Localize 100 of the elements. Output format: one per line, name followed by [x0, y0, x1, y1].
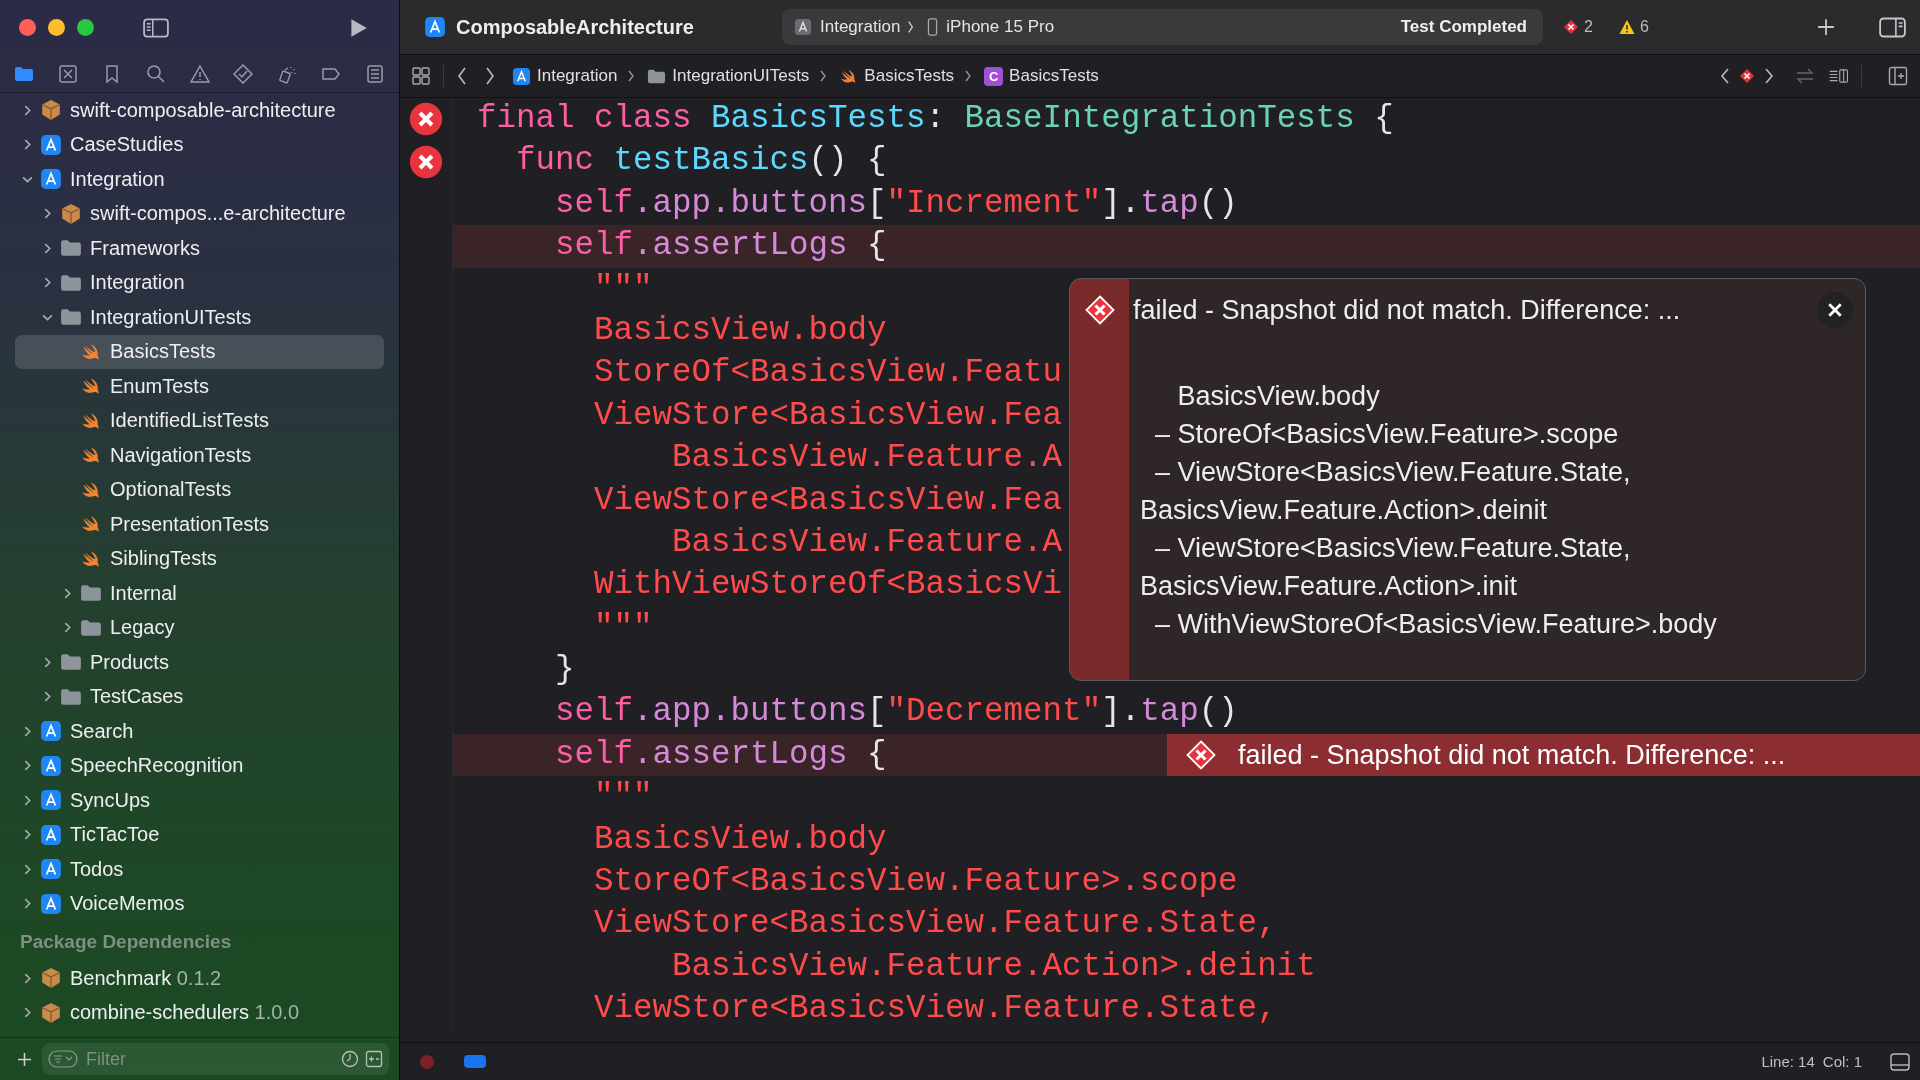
status-text: Test Completed [1400, 17, 1527, 37]
code-line: BasicsView.Feature.A [671, 438, 1063, 479]
tree-item[interactable]: Search [15, 714, 384, 749]
scope-icon[interactable] [365, 1050, 383, 1068]
tree-item[interactable]: TicTacToe [15, 817, 384, 852]
tree-item[interactable]: PresentationTests [15, 507, 384, 542]
clock-icon[interactable] [341, 1050, 359, 1068]
tree-item[interactable]: EnumTests [15, 369, 384, 404]
swap-arrows-icon[interactable] [1795, 66, 1815, 86]
grid-icon[interactable] [411, 66, 431, 86]
error-icon[interactable] [1739, 68, 1755, 84]
error-icon [1085, 295, 1115, 325]
package-icon [40, 967, 62, 990]
tree-item[interactable]: combine-schedulers 1.0.0 [15, 995, 384, 1030]
tree-item[interactable]: VoiceMemos [15, 886, 384, 921]
code-line: ViewStore<BasicsView.Feature.State, [593, 904, 1277, 945]
error-title: failed - Snapshot did not match. Difference: ... [1133, 294, 1681, 326]
message-line: – StoreOf<BasicsView.Feature>.scope [1154, 418, 1620, 451]
next-issue-icon[interactable] [1763, 66, 1775, 86]
chevron-right-icon [627, 69, 636, 83]
package-icon [60, 202, 82, 225]
breadcrumb[interactable]: IntegrationUITests [647, 66, 810, 86]
tree-item[interactable]: Internal [15, 576, 384, 611]
breadcrumb[interactable]: Integration [512, 66, 618, 86]
tree-item[interactable]: SiblingTests [15, 541, 384, 576]
breadcrumb[interactable]: C BasicsTests [984, 66, 1099, 86]
code-line: """ [593, 268, 653, 309]
code-line: BasicsView.Feature.A [671, 522, 1063, 563]
editor-options-icon[interactable] [1829, 66, 1849, 86]
tree-item[interactable]: IntegrationUITests [15, 300, 384, 335]
message-line: BasicsView.Feature.Action>.deinit [1140, 494, 1548, 527]
tree-item[interactable]: Integration [15, 162, 384, 197]
version-label: 0.1.2 [176, 966, 222, 990]
tree-item[interactable]: Todos [15, 852, 384, 887]
code-line: WithViewStoreOf<BasicsVi [593, 565, 1063, 606]
filter-input[interactable]: Filter [84, 1047, 335, 1071]
code-line: BasicsView.body [593, 819, 887, 860]
class-badge: C [984, 66, 1004, 86]
code-line: """ [593, 607, 653, 648]
inspector-toggle-icon[interactable] [1879, 15, 1906, 39]
forward-icon[interactable] [484, 66, 496, 86]
close-button[interactable] [1817, 292, 1853, 328]
breakpoints-toggle-icon[interactable] [464, 1055, 486, 1068]
previous-issue-icon[interactable] [1719, 66, 1731, 86]
add-editor-icon[interactable] [1888, 66, 1908, 86]
navigator-tab[interactable] [231, 61, 256, 86]
tree-item[interactable]: TestCases [15, 679, 384, 714]
tree-item[interactable]: SyncUps [15, 783, 384, 818]
debug-area-toggle-icon[interactable] [1890, 1052, 1910, 1071]
app-icon [40, 720, 62, 743]
breadcrumb[interactable]: BasicsTests [839, 66, 955, 86]
tree-item[interactable]: IdentifiedListTests [15, 403, 384, 438]
warning-count[interactable]: 6 [1618, 18, 1649, 36]
code-line: ViewStore<BasicsView.Feature.State, [593, 989, 1277, 1030]
window-minimize-button[interactable] [48, 19, 65, 36]
tree-item[interactable]: Integration [15, 265, 384, 300]
package-icon [40, 99, 62, 122]
tree-item[interactable]: Legacy [15, 610, 384, 645]
add-icon[interactable] [17, 1051, 32, 1067]
app-icon [40, 892, 62, 915]
tree-item[interactable]: swift-composable-architecture [15, 93, 384, 128]
tree-item[interactable]: CaseStudies [15, 127, 384, 162]
filter-options-icon[interactable] [48, 1050, 78, 1068]
phone-icon [927, 18, 939, 36]
tree-item[interactable]: Products [15, 645, 384, 680]
error-annotation[interactable]: failed - Snapshot did not match. Difference: ... [1167, 733, 1920, 777]
app-icon [40, 133, 62, 156]
device-name[interactable]: iPhone 15 Pro [946, 17, 1055, 37]
window-close-button[interactable] [19, 19, 36, 36]
error-icon[interactable] [409, 102, 443, 137]
window-zoom-button[interactable] [77, 19, 94, 36]
tree-item[interactable]: BasicsTests [15, 334, 384, 369]
filter-field[interactable]: Filter [42, 1043, 389, 1075]
code-line: StoreOf<BasicsView.Featu [593, 353, 1063, 394]
close-icon [1827, 302, 1843, 318]
code-line: self.app.buttons["Decrement"].tap() [554, 692, 1238, 733]
tree-item[interactable]: OptionalTests [15, 472, 384, 507]
back-icon[interactable] [456, 66, 468, 86]
error-icon [1563, 19, 1579, 35]
chevron-right-icon [819, 69, 828, 83]
error-count[interactable]: 2 [1563, 18, 1593, 36]
chevron-right-icon [906, 19, 916, 35]
error-message: failed - Snapshot did not match. Difference: ... [1238, 739, 1786, 771]
tree-item[interactable]: swift-compos...e-architecture [15, 196, 384, 231]
scheme-name[interactable]: Integration [820, 17, 901, 37]
tree-item[interactable]: Benchmark 0.1.2 [15, 961, 384, 996]
code-line: final class BasicsTests: BaseIntegrationTests { [476, 99, 1394, 139]
scheme-selector[interactable]: Integration iPhone 15 Pro Test Completed [782, 9, 1543, 45]
code-line: BasicsView.Feature.Action>.deinit [671, 946, 1316, 987]
tree-item[interactable]: Frameworks [15, 231, 384, 266]
message-line: – ViewStore<BasicsView.Feature.State, [1154, 456, 1632, 489]
tree-item[interactable]: NavigationTests [15, 438, 384, 473]
code-line: """ [593, 777, 653, 818]
error-icon[interactable] [409, 144, 443, 179]
add-icon[interactable] [1817, 18, 1835, 36]
tree-item[interactable]: SpeechRecognition [15, 748, 384, 783]
code-line: StoreOf<BasicsView.Feature>.scope [593, 862, 1238, 903]
sidebar-toggle-icon[interactable] [143, 16, 169, 39]
code-line: ViewStore<BasicsView.Fea [593, 395, 1063, 436]
message-line: – ViewStore<BasicsView.Feature.State, [1154, 532, 1632, 565]
